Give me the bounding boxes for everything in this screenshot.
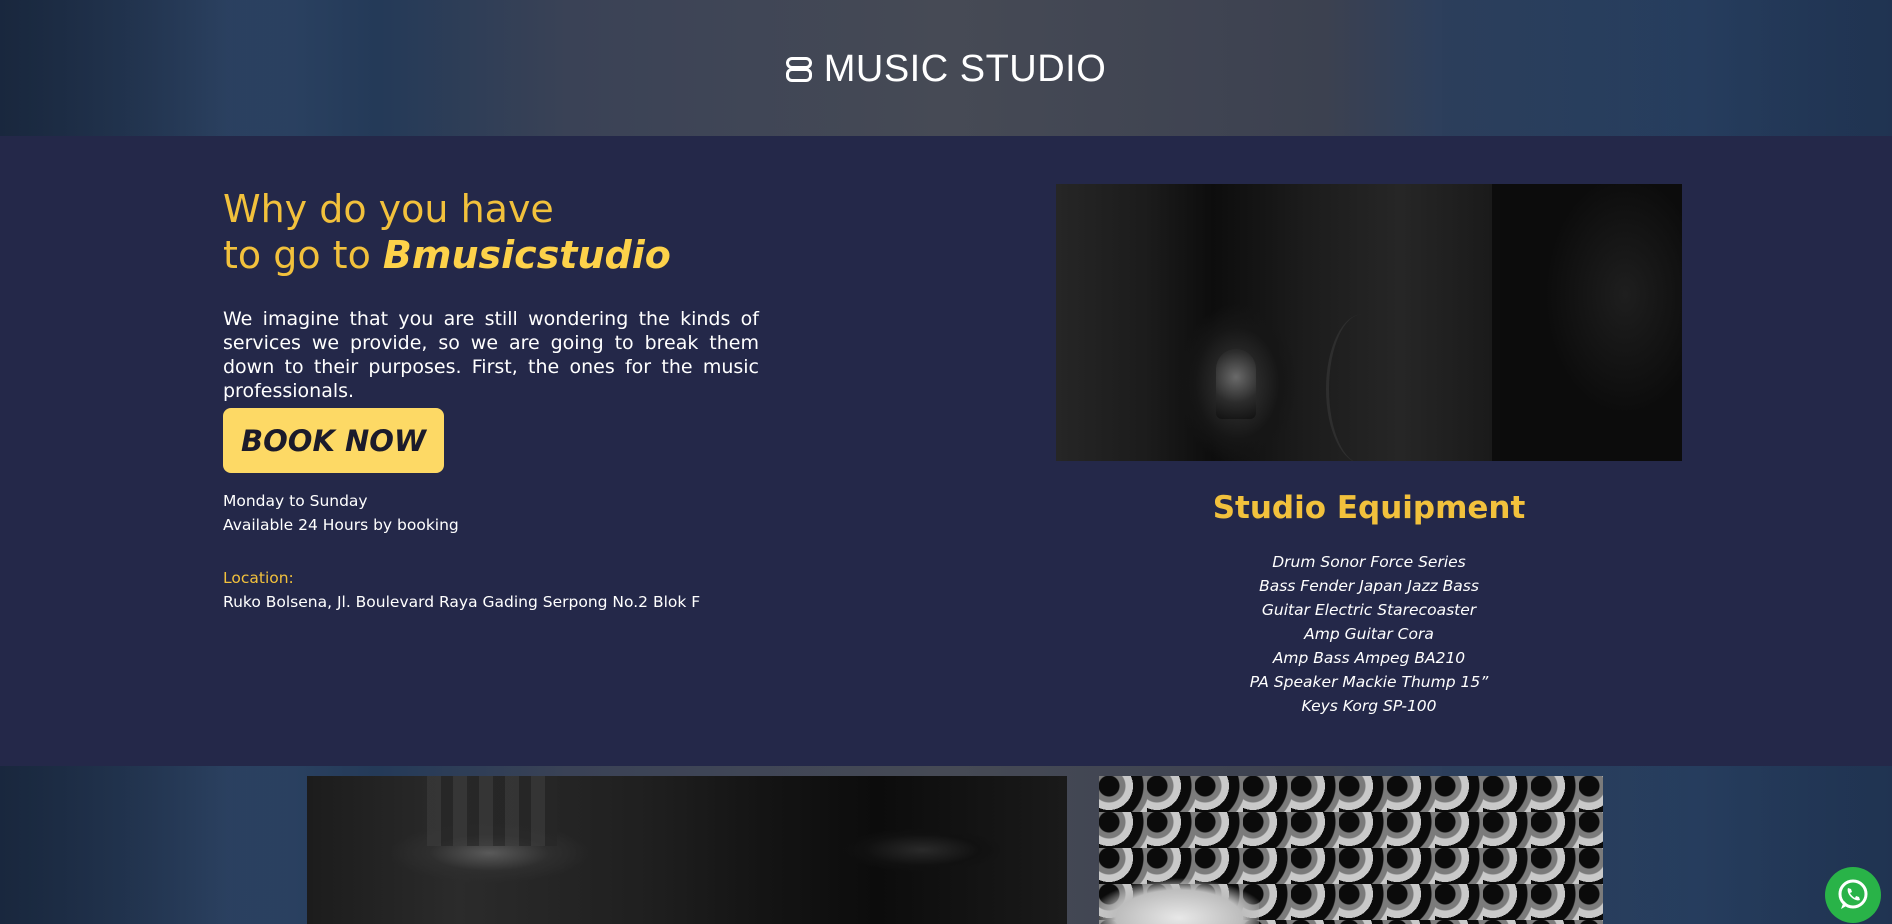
- book-now-button[interactable]: BOOK NOW: [223, 408, 444, 473]
- recording-studio-photo: [1056, 184, 1682, 461]
- equipment-item: Bass Fender Japan Jazz Bass: [1259, 577, 1479, 595]
- heading-line-1: Why do you have: [223, 187, 554, 231]
- microphone-shape: [1216, 349, 1256, 419]
- logo-text: MUSIC STUDIO: [823, 48, 1107, 90]
- studio-equipment-title: Studio Equipment: [1212, 490, 1526, 526]
- equipment-item: Amp Bass Ampeg BA210: [1272, 649, 1466, 667]
- equipment-item: Amp Guitar Cora: [1304, 625, 1434, 643]
- site-header: MUSIC STUDIO: [0, 0, 1892, 136]
- drum-room-photo: [307, 776, 1067, 924]
- opening-days: Monday to Sunday: [223, 492, 368, 510]
- whatsapp-icon: [1838, 879, 1868, 909]
- hand-shape: [1099, 864, 1259, 924]
- b-logo-icon: [785, 57, 812, 83]
- mixing-console-photo: [1099, 776, 1603, 924]
- singer-silhouette: [1492, 184, 1682, 461]
- pop-filter-shape: [1326, 314, 1399, 461]
- whatsapp-chat-button[interactable]: [1825, 867, 1881, 923]
- equipment-item: Drum Sonor Force Series: [1272, 553, 1466, 571]
- heading-line-2-prefix: to go to: [223, 233, 383, 277]
- location-address: Ruko Bolsena, Jl. Boulevard Raya Gading …: [223, 593, 701, 611]
- location-label: Location:: [223, 569, 294, 587]
- site-logo[interactable]: MUSIC STUDIO: [0, 48, 1892, 91]
- equipment-item: PA Speaker Mackie Thump 15”: [1249, 673, 1489, 691]
- equipment-item: Keys Korg SP-100: [1301, 697, 1437, 715]
- equipment-item: Guitar Electric Starecoaster: [1261, 601, 1477, 619]
- intro-paragraph: We imagine that you are still wondering …: [223, 308, 759, 402]
- equipment-list: Drum Sonor Force Series Bass Fender Japa…: [1056, 550, 1682, 718]
- acoustic-panel-shape: [427, 776, 557, 846]
- intro-heading: Why do you have to go to Bmusicstudio: [223, 186, 671, 278]
- heading-brand: Bmusicstudio: [382, 233, 671, 277]
- availability-text: Available 24 Hours by booking: [223, 516, 459, 534]
- opening-hours: Monday to Sunday Available 24 Hours by b…: [223, 489, 459, 537]
